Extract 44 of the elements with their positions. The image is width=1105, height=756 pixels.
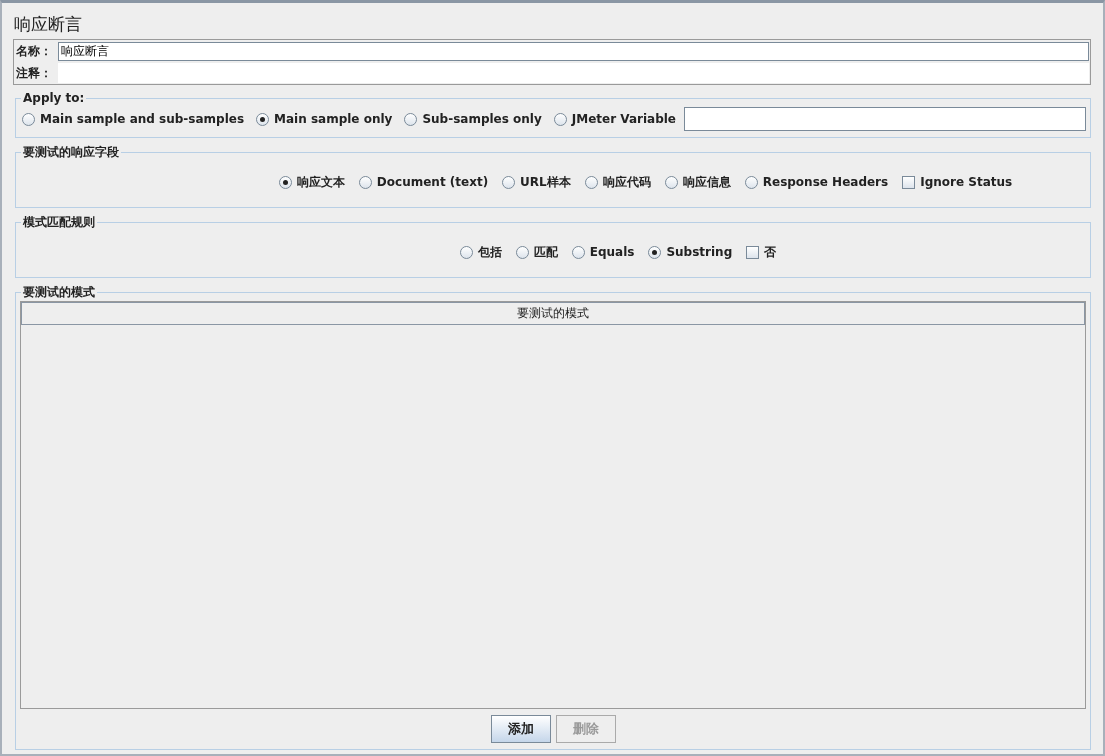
group-legend: 要测试的模式 [21, 284, 97, 301]
group-legend: 模式匹配规则 [21, 214, 97, 231]
option[interactable]: 否 [746, 243, 777, 261]
radio-button[interactable] [664, 175, 678, 189]
option[interactable]: 包括 [459, 243, 502, 261]
checkbox[interactable] [746, 245, 760, 259]
comment-label: 注释： [15, 64, 53, 82]
option[interactable]: Equals [571, 245, 635, 259]
option[interactable]: Substring [648, 245, 733, 259]
radio-button[interactable] [256, 112, 270, 126]
option[interactable]: Sub-samples only [404, 112, 542, 126]
radio-button[interactable] [459, 245, 473, 259]
column-header[interactable]: 要测试的模式 [21, 302, 1085, 325]
radio-button[interactable] [584, 175, 598, 189]
radio-button[interactable] [648, 245, 662, 259]
group-legend: Apply to: [21, 91, 87, 105]
option[interactable]: Main sample only [256, 112, 393, 126]
option[interactable]: Response Headers [744, 175, 889, 189]
option[interactable]: Document (text) [358, 175, 489, 189]
option[interactable]: 响应代码 [584, 173, 651, 191]
radio-button[interactable] [515, 245, 529, 259]
option[interactable]: Ignore Status [902, 175, 1013, 189]
option[interactable]: URL样本 [502, 173, 571, 191]
radio-button[interactable] [502, 175, 516, 189]
option[interactable]: JMeter Variable [553, 112, 676, 126]
action-button[interactable]: 添加 [490, 715, 551, 743]
radio-button[interactable] [278, 175, 292, 189]
radio-button[interactable] [404, 112, 418, 126]
option[interactable]: 匹配 [515, 243, 558, 261]
radio-button[interactable] [22, 112, 35, 126]
checkbox[interactable] [902, 175, 916, 189]
option[interactable]: 响应信息 [664, 173, 731, 191]
radio-button[interactable] [744, 175, 758, 189]
name-label: 名称： [15, 42, 53, 60]
option[interactable]: Main sample and sub-samples [22, 112, 245, 126]
radio-button[interactable] [571, 245, 585, 259]
radio-button[interactable] [358, 175, 372, 189]
panel-title: 响应断言 [13, 13, 83, 36]
name-field[interactable]: 响应断言 [58, 41, 1089, 61]
radio-button[interactable] [553, 112, 567, 126]
comment-field[interactable] [58, 63, 1089, 83]
group-legend: 要测试的响应字段 [21, 144, 121, 161]
variable-field[interactable] [684, 107, 1086, 131]
option[interactable]: 响应文本 [278, 173, 345, 191]
